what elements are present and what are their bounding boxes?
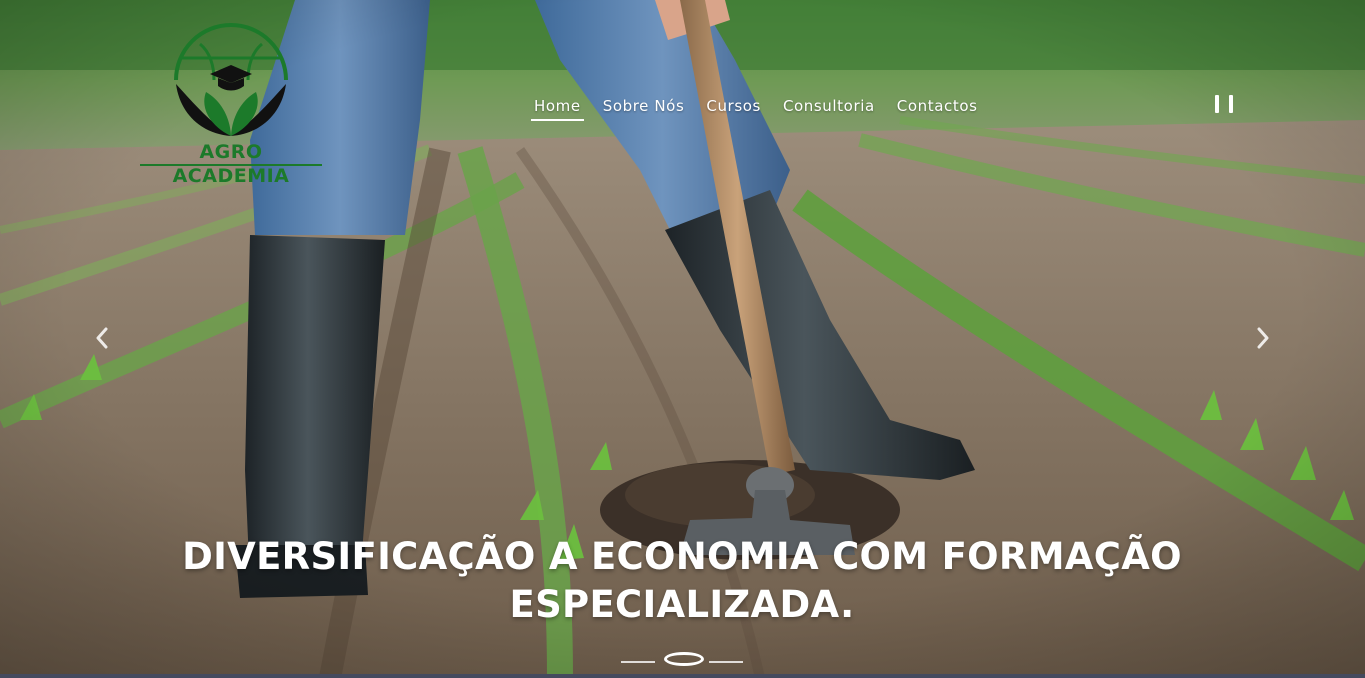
carousel-indicator-2[interactable] [664, 652, 704, 666]
brand-logo[interactable]: AGRO ACADEMIA [140, 22, 322, 187]
carousel-prev-button[interactable] [91, 324, 113, 352]
pause-icon[interactable] [1215, 93, 1233, 115]
carousel-indicator-1[interactable] [621, 661, 655, 663]
pause-bar-left [1215, 95, 1219, 113]
main-navigation: Home Sobre Nós Cursos Consultoria Contac… [523, 92, 989, 121]
hero-carousel: AGRO ACADEMIA Home Sobre Nós Cursos Cons… [0, 0, 1365, 678]
nav-consultoria[interactable]: Consultoria [772, 94, 886, 118]
nav-home[interactable]: Home [523, 94, 592, 121]
page-bottom-bar [0, 674, 1365, 678]
chevron-right-icon [1257, 327, 1269, 349]
slide-caption: DIVERSIFICAÇÃO A ECONOMIA COM FORMAÇÃO E… [182, 535, 1182, 626]
graduation-cap-leaf-globe-icon [174, 23, 288, 136]
nav-sobre-nos[interactable]: Sobre Nós [592, 94, 696, 118]
chevron-left-icon [96, 327, 108, 349]
nav-contactos[interactable]: Contactos [886, 94, 989, 118]
carousel-indicators [621, 651, 745, 666]
pause-bar-right [1229, 95, 1233, 113]
brand-underline [140, 164, 322, 166]
carousel-next-button[interactable] [1252, 324, 1274, 352]
nav-cursos[interactable]: Cursos [695, 94, 772, 118]
carousel-indicator-3[interactable] [709, 661, 743, 663]
